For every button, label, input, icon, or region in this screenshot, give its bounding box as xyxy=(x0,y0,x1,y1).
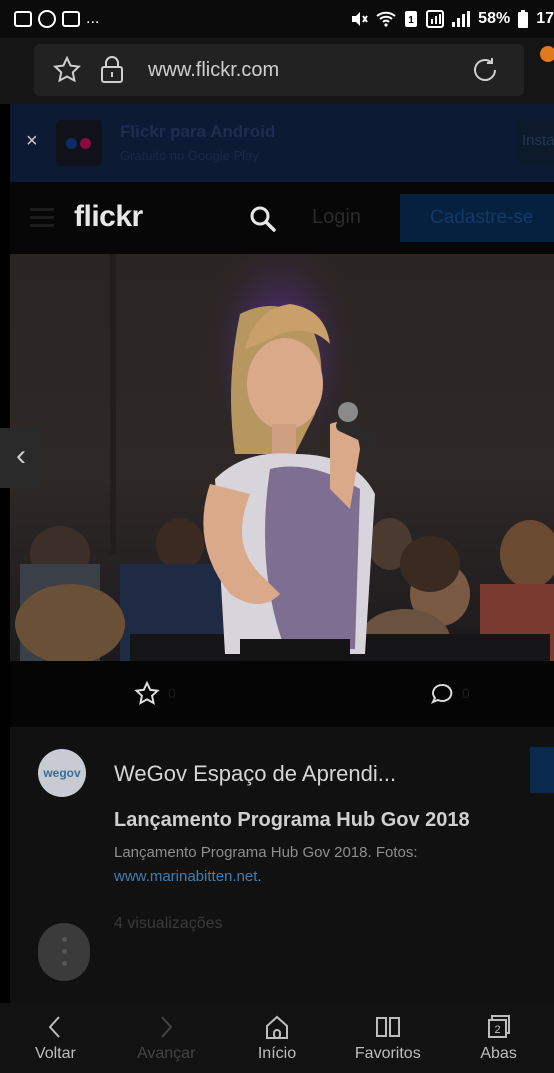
login-link[interactable]: Login xyxy=(312,206,361,229)
address-bar[interactable]: www.flickr.com xyxy=(34,44,524,96)
browser-bottom-nav: Voltar Avançar Início Favoritos 2 Abas xyxy=(0,1003,554,1073)
follow-button[interactable] xyxy=(530,747,554,793)
flickr-logo[interactable]: flickr xyxy=(74,200,143,234)
previous-photo-button[interactable]: ‹ xyxy=(0,428,42,488)
favorite-count: 0 xyxy=(168,685,176,701)
bookmarks-button[interactable]: Favoritos xyxy=(332,1003,443,1073)
signup-button[interactable]: Cadastre-se xyxy=(400,194,554,242)
star-icon[interactable] xyxy=(52,55,82,85)
back-button[interactable]: Voltar xyxy=(0,1003,111,1073)
avatar[interactable]: wegov xyxy=(38,749,86,797)
forward-icon xyxy=(161,1016,173,1038)
banner-subtitle: Gratuito no Google Play xyxy=(120,148,259,163)
install-button[interactable]: Instalar xyxy=(518,120,554,164)
bookmarks-label: Favoritos xyxy=(354,1045,421,1062)
signal-icon xyxy=(426,10,445,28)
browser-toolbar: www.flickr.com xyxy=(0,38,554,104)
description-text: Lançamento Programa Hub Gov 2018. Fotos: xyxy=(114,844,418,861)
cell-bars-icon xyxy=(452,11,471,27)
description-link-suffix: . xyxy=(257,868,262,885)
photo-description: Lançamento Programa Hub Gov 2018. Fotos:… xyxy=(114,841,534,889)
photo-icon xyxy=(62,11,80,27)
photo-image xyxy=(15,254,554,661)
svg-text:1: 1 xyxy=(408,15,414,26)
hamburger-menu-icon[interactable] xyxy=(30,208,54,228)
mute-icon xyxy=(352,12,369,26)
status-bar: ... 1 58% 17 xyxy=(0,0,554,38)
tabs-button[interactable]: 2 Abas xyxy=(443,1003,554,1073)
tabs-icon: 2 xyxy=(487,1015,510,1038)
home-label: Início xyxy=(257,1045,297,1062)
bookmarks-icon xyxy=(375,1017,400,1037)
sim-icon: 1 xyxy=(405,11,418,27)
more-options-icon[interactable] xyxy=(38,923,90,981)
back-label: Voltar xyxy=(34,1045,76,1062)
forward-button[interactable]: Avançar xyxy=(111,1003,222,1073)
comment-count: 0 xyxy=(462,685,470,701)
clock: 17 xyxy=(536,10,554,27)
url-text[interactable]: www.flickr.com xyxy=(148,59,279,82)
pinterest-icon xyxy=(38,10,56,28)
main-photo[interactable] xyxy=(10,254,554,661)
author-name[interactable]: WeGov Espaço de Aprendi... xyxy=(114,761,396,787)
lock-icon[interactable] xyxy=(98,54,126,84)
close-icon[interactable]: × xyxy=(26,130,38,153)
forward-label: Avançar xyxy=(136,1045,196,1062)
wifi-icon xyxy=(376,11,396,27)
notification-badge xyxy=(540,46,554,62)
flickr-header: flickr Login Cadastre-se xyxy=(10,182,554,254)
menu-icon[interactable] xyxy=(536,46,554,78)
description-link[interactable]: www.marinabitten.net xyxy=(114,868,257,885)
comment-icon[interactable] xyxy=(430,682,454,706)
status-bar-right: 1 58% 17 xyxy=(350,10,554,28)
battery-icon xyxy=(518,10,529,28)
favorite-star-icon[interactable] xyxy=(134,681,160,707)
battery-percent: 58% xyxy=(478,10,511,27)
app-install-banner: × Flickr para Android Gratuito no Google… xyxy=(10,104,554,182)
photo-info: wegov WeGov Espaço de Aprendi... Lançame… xyxy=(10,727,554,1003)
reload-icon[interactable] xyxy=(470,55,500,85)
flickr-app-logo xyxy=(56,120,102,166)
photo-actions: 0 0 xyxy=(10,661,554,727)
gallery-icon xyxy=(14,11,32,27)
back-icon xyxy=(49,1016,61,1038)
tabs-label: Abas xyxy=(480,1045,517,1062)
view-count: 4 visualizações xyxy=(114,915,223,932)
search-icon[interactable] xyxy=(248,204,278,234)
home-button[interactable]: Início xyxy=(222,1003,333,1073)
home-icon xyxy=(265,1015,288,1039)
banner-title: Flickr para Android xyxy=(120,122,276,141)
tab-count: 2 xyxy=(494,1024,500,1036)
photo-title: Lançamento Programa Hub Gov 2018 xyxy=(114,809,470,831)
status-bar-left: ... xyxy=(14,10,99,28)
more-notifications: ... xyxy=(86,10,100,27)
